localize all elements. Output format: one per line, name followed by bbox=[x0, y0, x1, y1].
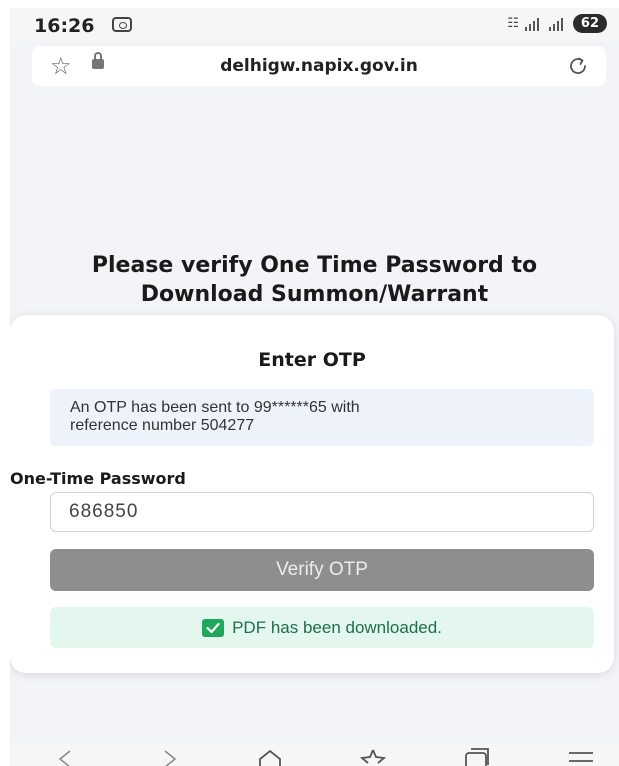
otp-info-box: An OTP has been sent to 99******65 with … bbox=[50, 389, 594, 446]
verify-otp-button[interactable]: Verify OTP bbox=[50, 549, 594, 591]
page-title-line1: Please verify One Time Password to bbox=[91, 253, 538, 278]
signal-2-icon bbox=[548, 17, 563, 31]
bookmarks-star-icon[interactable] bbox=[358, 747, 388, 766]
menu-icon[interactable] bbox=[566, 747, 596, 766]
status-time: 16:26 bbox=[34, 15, 95, 37]
otp-info-line1: An OTP has been sent to 99******65 with bbox=[70, 399, 360, 416]
status-bar: 16:26 ☷ 62 bbox=[10, 8, 619, 42]
page-title: Please verify One Time Password to Downl… bbox=[10, 251, 619, 309]
success-alert: PDF has been downloaded. bbox=[50, 607, 594, 648]
page-title-line2: Download Summon/Warrant bbox=[140, 282, 489, 307]
signal-1-icon bbox=[524, 17, 539, 31]
reload-icon[interactable] bbox=[566, 54, 590, 78]
status-indicators: ☷ 62 bbox=[507, 14, 607, 33]
otp-info-line2: reference number 504277 bbox=[70, 417, 255, 434]
home-icon[interactable] bbox=[255, 747, 285, 766]
otp-input[interactable] bbox=[50, 492, 594, 532]
browser-bottom-nav bbox=[10, 743, 619, 766]
chevron-right-icon[interactable] bbox=[155, 747, 185, 766]
success-message: PDF has been downloaded. bbox=[232, 617, 442, 637]
address-bar[interactable]: ☆ delhigw.napix.gov.in bbox=[32, 46, 606, 86]
card-title: Enter OTP bbox=[258, 349, 366, 371]
phone-screen: 16:26 ☷ 62 ☆ delhigw.napix.gov.in Please… bbox=[10, 8, 619, 766]
battery-badge: 62 bbox=[572, 14, 607, 33]
otp-card: Enter OTP An OTP has been sent to 99****… bbox=[10, 315, 614, 673]
tabs-icon[interactable] bbox=[462, 747, 492, 766]
check-icon bbox=[202, 618, 225, 637]
url-text[interactable]: delhigw.napix.gov.in bbox=[32, 56, 606, 76]
chevron-left-icon[interactable] bbox=[50, 747, 80, 766]
dual-sim-icon: ☷ bbox=[507, 16, 519, 31]
screen-recorder-icon bbox=[112, 17, 132, 32]
otp-field-label: One-Time Password bbox=[10, 469, 186, 488]
